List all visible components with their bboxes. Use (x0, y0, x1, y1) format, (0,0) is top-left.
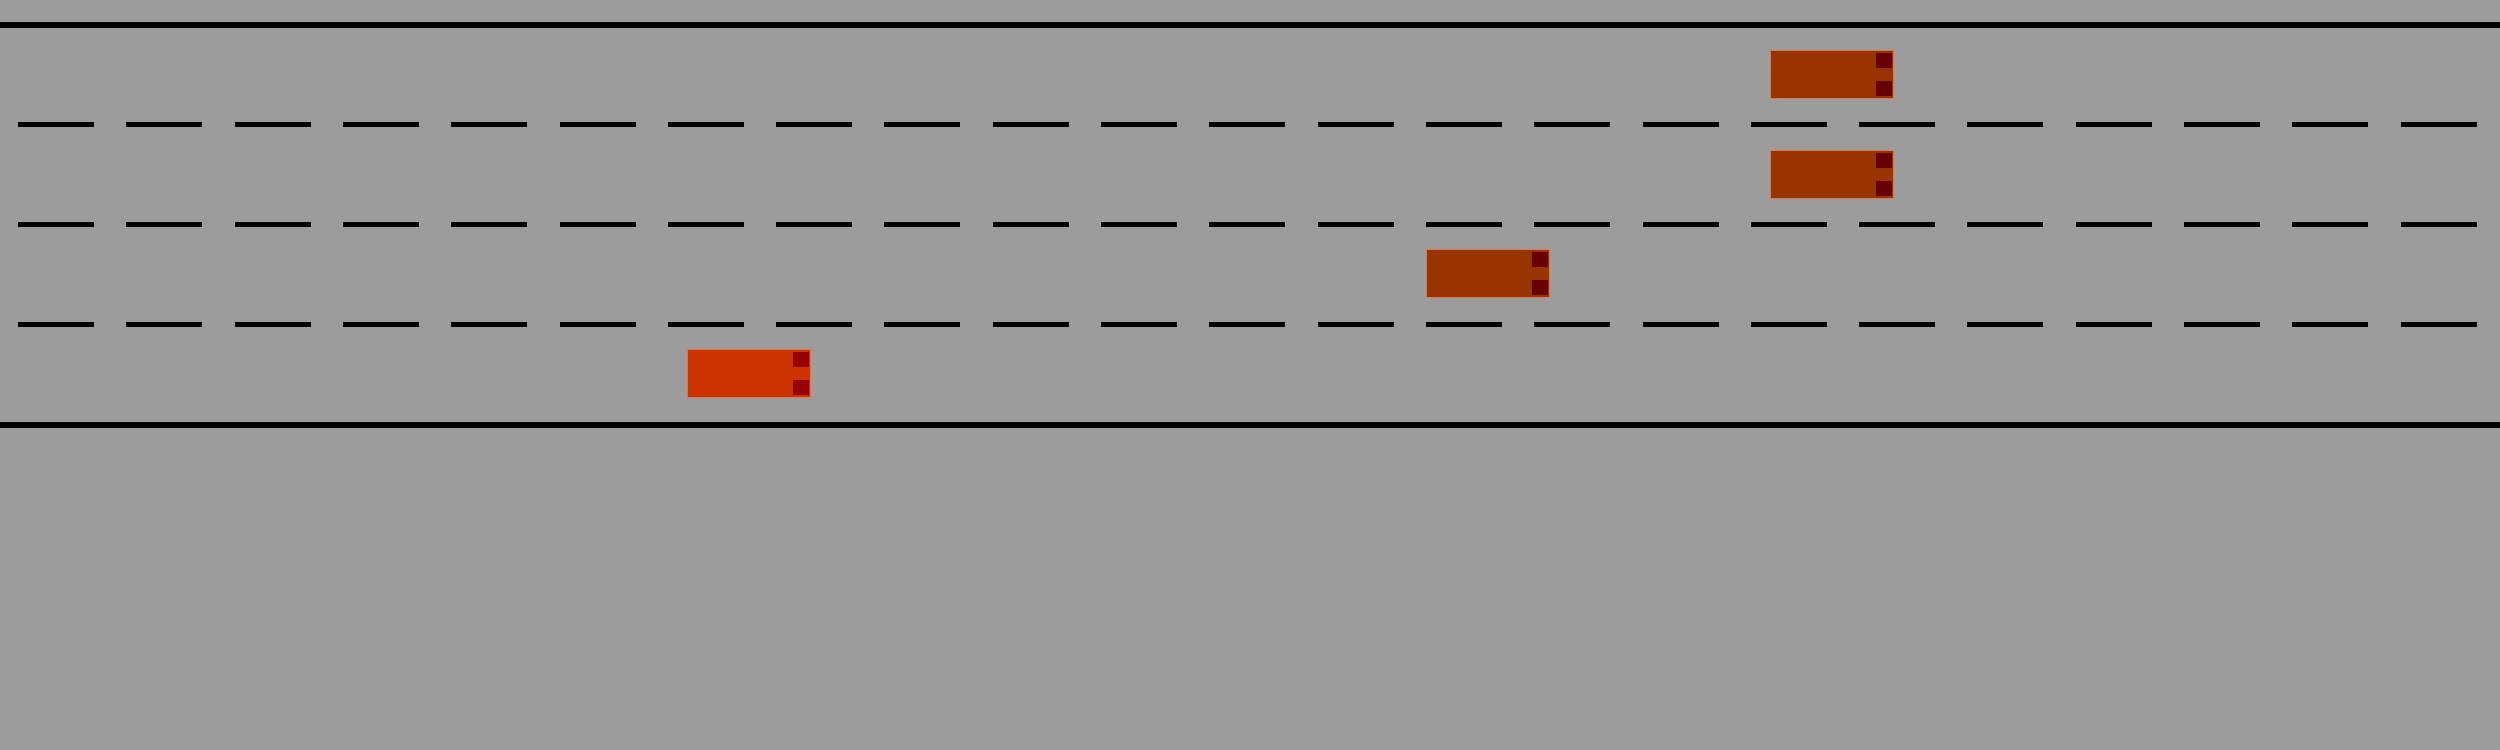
lane-divider-dash (2184, 322, 2260, 327)
lane-divider-dash (451, 322, 528, 327)
lane-divider-dash (1317, 222, 1394, 227)
lane-divider-dash (1534, 122, 1611, 127)
lane-divider-dash (2184, 122, 2260, 127)
lane-divider-dash (667, 222, 744, 227)
lane-divider-dash (2400, 222, 2477, 227)
lane-divider-dash (1859, 122, 1936, 127)
ego-vehicle (687, 349, 811, 398)
lane-divider-dash (2292, 122, 2369, 127)
lane-divider-dash (2075, 222, 2152, 227)
lane-divider-dash (884, 122, 961, 127)
lane-divider-dash (776, 122, 853, 127)
lane-divider-dash (1750, 122, 1827, 127)
lane-divider-dash (342, 322, 419, 327)
lane-divider-dash (18, 322, 94, 327)
road-bottom-edge (0, 422, 2500, 428)
lane-divider-dash (1642, 222, 1719, 227)
lane-divider-dash (1209, 322, 1286, 327)
lane-divider-dash (884, 222, 961, 227)
lane-divider-dash (126, 222, 203, 227)
highway-scene (0, 0, 2500, 750)
lane-divider-dash (776, 322, 853, 327)
lane-divider-dash (559, 122, 636, 127)
lane-divider-dash (667, 122, 744, 127)
lane-divider-dash (1317, 122, 1394, 127)
vehicle-lane-2-tail-light-bottom (1876, 181, 1892, 196)
lane-divider-dash (2292, 322, 2369, 327)
lane-divider-dash (1317, 322, 1394, 327)
vehicle-lane-1-tail-light-top (1876, 53, 1892, 68)
lane-divider-dash (1209, 122, 1286, 127)
lane-divider-dash (1101, 122, 1177, 127)
lane-divider-dash (342, 222, 419, 227)
lane-divider-dash (1859, 222, 1936, 227)
lane-divider-dash (1642, 322, 1719, 327)
lane-divider-dash (992, 222, 1069, 227)
vehicle-lane-3 (1426, 249, 1550, 298)
lane-divider-dash (2400, 322, 2477, 327)
lane-divider-dash (667, 322, 744, 327)
lane-divider-dash (1750, 322, 1827, 327)
lane-divider-dash (1642, 122, 1719, 127)
lane-divider-dash (1967, 122, 2044, 127)
vehicle-lane-2-tail-light-top (1876, 153, 1892, 168)
lane-divider-dash (126, 122, 203, 127)
lane-divider-dash (1859, 322, 1936, 327)
lane-divider-dash (884, 322, 961, 327)
lane-divider-dash (1101, 322, 1177, 327)
ego-tail-light-bottom (793, 380, 809, 395)
lane-divider-dash (1425, 222, 1502, 227)
lane-divider-dash (2075, 122, 2152, 127)
vehicle-lane-1-tail-light-bottom (1876, 81, 1892, 96)
lane-divider-dash (18, 122, 94, 127)
lane-divider-dash (1534, 322, 1611, 327)
lane-divider-dash (1534, 222, 1611, 227)
lane-divider-dash (342, 122, 419, 127)
lane-divider-dash (1209, 222, 1286, 227)
lane-divider-dash (776, 222, 853, 227)
ego-tail-light-top (793, 352, 809, 367)
vehicle-lane-2 (1770, 150, 1894, 199)
lane-divider-dash (1967, 222, 2044, 227)
lane-divider-dash (2292, 222, 2369, 227)
lane-divider-dash (1967, 322, 2044, 327)
vehicle-lane-3-tail-light-top (1532, 252, 1548, 267)
lane-divider-dash (451, 222, 528, 227)
lane-divider-dash (234, 122, 311, 127)
road-top-edge (0, 22, 2500, 28)
lane-divider-dash (992, 122, 1069, 127)
lane-divider-dash (1750, 222, 1827, 227)
lane-divider-dash (2400, 122, 2477, 127)
lane-divider-dash (559, 322, 636, 327)
vehicle-lane-1 (1770, 50, 1894, 99)
lane-divider-dash (18, 222, 94, 227)
lane-divider-dash (234, 322, 311, 327)
lane-divider-dash (1101, 222, 1177, 227)
lane-divider-dash (2075, 322, 2152, 327)
lane-divider-dash (234, 222, 311, 227)
vehicle-lane-3-tail-light-bottom (1532, 280, 1548, 295)
lane-divider-dash (2184, 222, 2260, 227)
lane-divider-dash (126, 322, 203, 327)
lane-divider-dash (992, 322, 1069, 327)
lane-divider-dash (559, 222, 636, 227)
lane-divider-dash (1425, 322, 1502, 327)
lane-divider-dash (451, 122, 528, 127)
lane-divider-dash (1425, 122, 1502, 127)
